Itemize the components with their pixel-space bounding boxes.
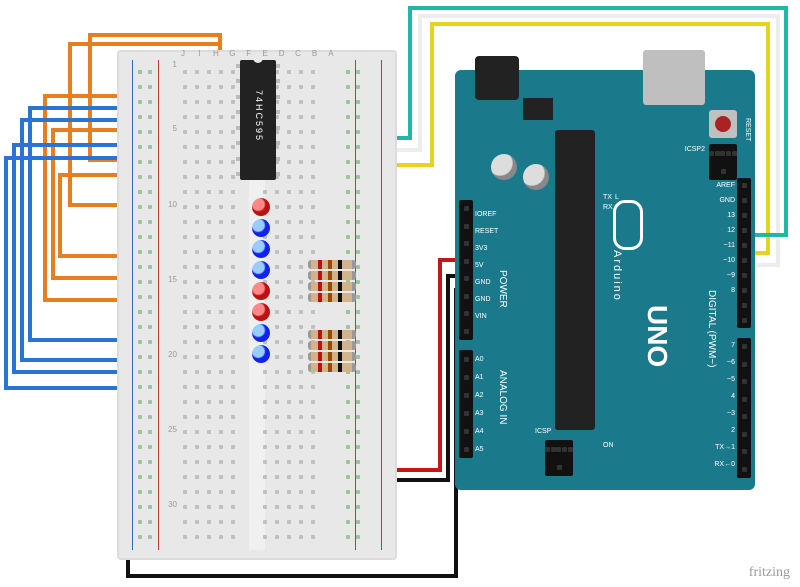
icsp2-label: ICSP2 [685, 146, 705, 153]
section-digital: DIGITAL (PWM~) [706, 290, 717, 368]
led-blue [252, 219, 270, 237]
pin-label: A1 [475, 374, 484, 381]
pin-label: 8 [731, 287, 735, 294]
col-label: B [309, 49, 321, 58]
pin-label: ~11 [724, 242, 735, 249]
pin-label: IOREF [475, 211, 496, 218]
pin-label: A5 [475, 446, 484, 453]
col-label: D [276, 49, 288, 58]
pin-label: ~3 [727, 410, 735, 417]
header-analog[interactable] [459, 350, 473, 458]
pin-label: 4 [731, 393, 735, 400]
watermark: fritzing [749, 565, 790, 581]
infinity-logo [613, 200, 643, 250]
arduino-uno: Arduino UNO RESET ICSP2 ICSP TX RX L ON [455, 70, 755, 490]
pin-label: ~6 [727, 359, 735, 366]
pin-label: ~10 [723, 257, 735, 264]
header-icsp[interactable] [545, 440, 573, 476]
pin-label: 7 [731, 342, 735, 349]
ic-notch [253, 57, 263, 63]
ic-74hc595: 74HC595 [240, 60, 276, 180]
reset-label: RESET [744, 118, 751, 141]
pin-label: TX→1 [715, 444, 735, 451]
led-red [252, 282, 270, 300]
header-icsp2[interactable] [709, 144, 737, 180]
on-label: ON [603, 442, 614, 449]
pin-label: A4 [475, 428, 484, 435]
pin-label: 12 [727, 227, 735, 234]
col-label: I [193, 49, 205, 58]
pin-label: A2 [475, 392, 484, 399]
col-label: J [177, 49, 189, 58]
led-blue [252, 240, 270, 258]
col-label: C [292, 49, 304, 58]
pin-label: A3 [475, 410, 484, 417]
section-analog: ANALOG IN [497, 370, 508, 424]
reset-button[interactable] [709, 110, 737, 138]
header-power[interactable] [459, 200, 473, 340]
led-red [252, 198, 270, 216]
resistor [308, 282, 356, 291]
barrel-jack [475, 56, 519, 100]
rail-line-neg-left [132, 60, 133, 550]
usb-port [643, 50, 705, 105]
resistor [308, 260, 356, 269]
pin-label: RESET [475, 228, 498, 235]
pin-label: A0 [475, 356, 484, 363]
pin-label: GND [719, 197, 735, 204]
stage: J I H G F E D C B A 1 5 10 15 20 25 30 7… [0, 0, 800, 587]
pin-label: 3V3 [475, 245, 487, 252]
pin-label: GND [475, 296, 491, 303]
rx-label: RX [603, 204, 613, 211]
pin-label: AREF [716, 182, 735, 189]
pin-label: ~9 [727, 272, 735, 279]
capacitor [491, 154, 517, 180]
led-red [252, 303, 270, 321]
col-label: G [226, 49, 238, 58]
col-label: A [325, 49, 337, 58]
resistor [308, 363, 356, 372]
led-blue [252, 324, 270, 342]
L-label: L [615, 194, 619, 201]
rail-line-pos-right [381, 60, 382, 550]
icsp-label: ICSP [535, 428, 551, 435]
capacitor [523, 164, 549, 190]
ic-pins-right [276, 64, 280, 176]
regulator-chip [523, 98, 553, 120]
header-digital-a[interactable] [737, 178, 751, 328]
resistor [308, 271, 356, 280]
pin-label: RX←0 [714, 461, 735, 468]
pin-label: 5V [475, 262, 484, 269]
resistor [308, 330, 356, 339]
pin-label: 2 [731, 427, 735, 434]
arduino-brand: Arduino [611, 250, 623, 302]
resistor [308, 293, 356, 302]
arduino-model: UNO [641, 305, 673, 367]
resistor [308, 352, 356, 361]
led-blue [252, 261, 270, 279]
resistor [308, 341, 356, 350]
tx-label: TX [603, 194, 612, 201]
led-blue [252, 345, 270, 363]
section-power: POWER [497, 270, 508, 308]
ic-label: 74HC595 [254, 90, 264, 142]
pin-label: ~5 [727, 376, 735, 383]
pin-label: VIN [475, 313, 487, 320]
header-digital-b[interactable] [737, 338, 751, 478]
col-label: H [210, 49, 222, 58]
pin-label: GND [475, 279, 491, 286]
pin-label: 13 [727, 212, 735, 219]
ic-pins-left [236, 64, 240, 176]
atmega-chip [555, 130, 595, 430]
